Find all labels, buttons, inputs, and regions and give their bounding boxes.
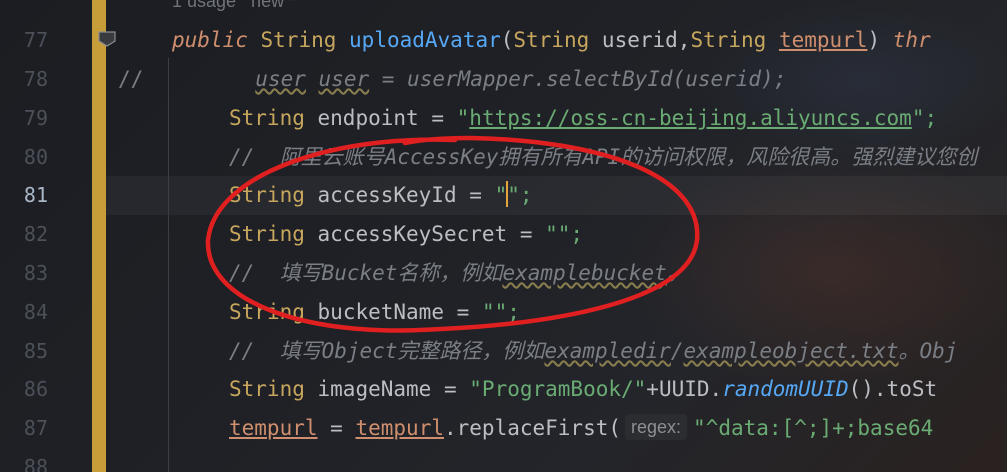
punctuation: (	[500, 28, 514, 52]
line-number: 81	[23, 183, 48, 207]
type-name: String	[513, 28, 590, 52]
code-line-79[interactable]: String endpoint = "https://oss-cn-beijin…	[229, 99, 937, 138]
commented-code: user	[318, 67, 370, 91]
string-literal: "^data:[^;]+;base64	[693, 416, 934, 440]
string-literal: "";	[481, 300, 520, 324]
line-number: 83	[23, 261, 48, 285]
code-line-86[interactable]: String imageName = "ProgramBook/"+UUID.r…	[229, 370, 937, 409]
variable-name: bucketName	[317, 300, 444, 324]
variable-name: imageName	[317, 377, 432, 401]
code-line-78[interactable]: //user user = userMapper.selectById(user…	[118, 60, 786, 99]
class-name: UUID	[658, 377, 710, 401]
comment: // 阿里云账号AccessKey拥有所有API的访问权限，风险很高。强烈建议您…	[229, 145, 978, 169]
type-name: String	[229, 183, 305, 207]
line-number: 86	[23, 377, 48, 401]
line-number: 88	[23, 455, 48, 472]
comment-example: exampledir	[544, 339, 671, 363]
string-literal: "";	[545, 222, 584, 246]
line-number: 82	[23, 222, 48, 246]
code-line-83[interactable]: // 填写Bucket名称，例如examplebucket。	[229, 254, 688, 293]
type-name: ing	[266, 300, 305, 324]
variable-name: accessKeyId	[317, 183, 457, 207]
type-name: String	[229, 222, 305, 246]
comment-marker: //	[118, 67, 144, 91]
comment-example: exampleobject.txt	[683, 339, 899, 363]
string-literal: "ProgramBook/"	[469, 377, 647, 401]
code-line-85[interactable]: // 填写Object完整路径，例如exampledir/exampleobje…	[229, 332, 957, 371]
string-literal: ";	[507, 183, 533, 207]
comment: 。Obj	[898, 339, 958, 363]
operator: =	[330, 416, 343, 440]
comment-example: examplebucket	[502, 261, 667, 285]
string-literal: "	[456, 106, 470, 130]
code-line-77[interactable]: public String uploadAvatar(String userid…	[172, 21, 931, 60]
usages-inlay-hint[interactable]: 1 usage new *	[172, 0, 296, 16]
comment: /	[670, 339, 684, 363]
punctuation: .	[709, 377, 723, 401]
code-line-81[interactable]: String accessKeyId = "";	[229, 176, 533, 215]
operator: +	[646, 377, 659, 401]
method-call: .replaceFirst(	[444, 416, 622, 440]
variable-name: endpoint	[317, 106, 419, 130]
variable-name: tempurl	[229, 416, 318, 440]
operator: =	[456, 300, 470, 324]
method-name: randomUUID	[722, 377, 849, 401]
operator: =	[469, 183, 482, 207]
type-name: String	[690, 28, 767, 52]
comment: 。	[666, 261, 688, 285]
punctuation: )	[867, 28, 881, 52]
variable-name: accessKeySecret	[317, 222, 508, 246]
operator: =	[519, 222, 533, 246]
method-call: ().toSt	[848, 377, 938, 401]
commented-code: user	[255, 67, 306, 91]
indent-guide	[168, 58, 169, 472]
comment: // 填写Bucket名称，例如	[229, 261, 503, 285]
url-link[interactable]: https://oss-cn-beijing.aliyuncs.com	[469, 106, 912, 130]
type-name: String	[260, 28, 337, 52]
line-number: 77	[23, 28, 48, 52]
variable-name: tempurl	[355, 416, 444, 440]
type-name: String	[229, 106, 305, 130]
line-number: 78	[23, 67, 48, 91]
code-line-84[interactable]: String bucketName = "";	[229, 293, 520, 332]
line-number: 80	[23, 145, 48, 169]
bookmark-icon[interactable]	[98, 31, 116, 47]
line-number-gutter[interactable]: 77 78 79 80 81 82 83 84 85 86 87 88	[0, 0, 92, 472]
line-number: 84	[23, 300, 48, 324]
parameter: userid,	[601, 28, 691, 52]
parameter-name-hint: regex:	[625, 414, 688, 440]
operator: =	[443, 377, 457, 401]
keyword: public	[172, 28, 248, 52]
code-editor[interactable]: 77 78 79 80 81 82 83 84 85 86 87 88 1 us…	[0, 0, 1007, 472]
line-number: 85	[23, 339, 48, 363]
method-name: uploadAvatar	[349, 28, 501, 52]
line-number: 87	[23, 416, 48, 440]
code-line-87[interactable]: tempurl = tempurl.replaceFirst(regex: "^d…	[229, 409, 933, 448]
vcs-change-marker[interactable]	[92, 0, 106, 472]
commented-code: user user = userMapper.selectById(userid…	[143, 67, 786, 91]
code-line-80[interactable]: // 阿里云账号AccessKey拥有所有API的访问权限，风险很高。强烈建议您…	[229, 138, 977, 177]
operator: =	[431, 106, 444, 130]
type-name: Str	[229, 300, 267, 324]
string-literal: ";	[911, 106, 938, 130]
type-name: String	[229, 377, 305, 401]
keyword: thr	[892, 28, 931, 52]
comment: // 填写Object完整路径，例如	[229, 339, 545, 363]
commented-code: = userMapper.selectById(userid);	[381, 67, 787, 91]
code-line-82[interactable]: String accessKeySecret = "";	[229, 215, 583, 254]
parameter: tempurl	[778, 28, 868, 52]
line-number: 79	[23, 106, 48, 130]
